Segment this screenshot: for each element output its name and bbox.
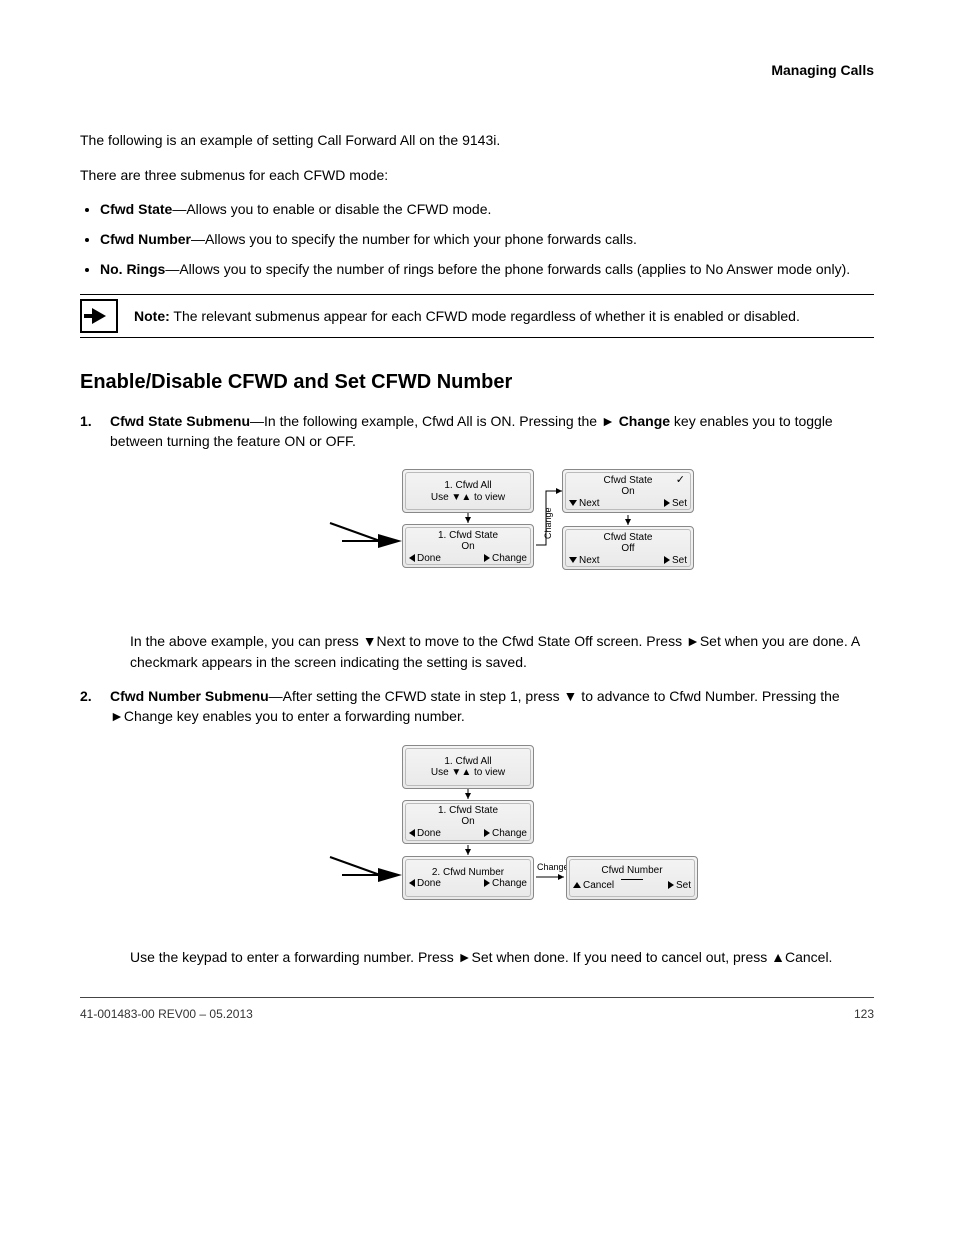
- page-header-right: Managing Calls: [80, 60, 874, 80]
- lcd-line: Off: [621, 543, 634, 554]
- checkmark-icon: ✓: [676, 474, 685, 487]
- lcd-line: Use ▼▲ to view: [409, 767, 527, 779]
- note-label: Note:: [134, 308, 170, 324]
- note-text: The relevant submenus appear for each CF…: [173, 308, 799, 324]
- step-2: 2. Cfwd Number Submenu—After setting the…: [80, 686, 874, 727]
- list-item: Cfwd Number—Allows you to specify the nu…: [100, 229, 874, 249]
- desc: —Allows you to specify the number of rin…: [165, 261, 850, 277]
- diagram-cfwd-number: 1. Cfwd All Use ▼▲ to view 1. Cfwd State…: [80, 737, 874, 927]
- step-inline-key: ► Change: [601, 413, 670, 429]
- lcd-softkey-left: Next: [579, 498, 600, 509]
- note-block: Note: The relevant submenus appear for e…: [80, 294, 874, 338]
- lcd-line: Cfwd State: [604, 475, 653, 486]
- term: Cfwd State: [100, 201, 172, 217]
- lcd-softkey-right: Set: [672, 498, 687, 509]
- edge-label-change: Change: [542, 508, 555, 540]
- diagram-cfwd-state: 1. Cfwd All Use ▼▲ to view 1. Cfwd State…: [80, 461, 874, 601]
- note-arrow-icon: [80, 299, 118, 333]
- lcd-softkey-left: Next: [579, 555, 600, 566]
- step-body: —In the following example, Cfwd All is O…: [250, 413, 601, 429]
- step1-followup: In the above example, you can press ▼Nex…: [130, 631, 874, 672]
- lcd-softkey-left: Done: [417, 878, 441, 889]
- step-label: Cfwd Number Submenu: [110, 688, 269, 704]
- lcd-softkey-right: Change: [492, 828, 527, 839]
- intro-line-1: The following is an example of setting C…: [80, 130, 874, 150]
- desc: —Allows you to specify the number for wh…: [191, 231, 637, 247]
- lcd-box-state-off: Cfwd StateOff Next Set: [562, 526, 694, 570]
- lcd-line: Cfwd State: [604, 532, 653, 543]
- submenu-list: Cfwd State—Allows you to enable or disab…: [100, 199, 874, 280]
- pointer-arrow-icon: [378, 534, 402, 548]
- step2-followup: Use the keypad to enter a forwarding num…: [130, 947, 874, 967]
- lcd-box-cfwd-number: 2. Cfwd Number Done Change: [402, 856, 534, 900]
- lcd-line: 2. Cfwd Number: [409, 867, 527, 879]
- section-title: Enable/Disable CFWD and Set CFWD Number: [80, 368, 874, 397]
- lcd-softkey-right: Change: [492, 878, 527, 889]
- step-number: 1.: [80, 411, 100, 452]
- lcd-box-cfwd-all: 1. Cfwd All Use ▼▲ to view: [402, 469, 534, 513]
- list-item: No. Rings—Allows you to specify the numb…: [100, 259, 874, 279]
- step-number: 2.: [80, 686, 100, 727]
- lcd-line: 1. Cfwd All: [409, 480, 527, 492]
- lcd-box-cfwd-state: 1. Cfwd StateOn Done Change: [402, 524, 534, 568]
- footer-right: 123: [854, 1006, 874, 1023]
- lcd-line: 1. Cfwd All: [409, 756, 527, 768]
- lcd-box-state-on: Cfwd StateOn Next ✓ Set: [562, 469, 694, 513]
- lcd-line: On: [461, 541, 474, 552]
- lcd-softkey-left: Cancel: [583, 880, 614, 891]
- lcd-softkey-right: Set: [672, 555, 687, 566]
- term: No. Rings: [100, 261, 165, 277]
- page-footer: 41-001483-00 REV00 – 05.2013 123: [80, 997, 874, 1023]
- desc: —Allows you to enable or disable the CFW…: [172, 201, 491, 217]
- lcd-softkey-right: Change: [492, 553, 527, 564]
- edge-label-change: Change: [537, 861, 569, 874]
- lcd-line: On: [461, 816, 474, 827]
- lcd-box-cfwd-all: 1. Cfwd All Use ▼▲ to view: [402, 745, 534, 789]
- lcd-box-cfwd-state: 1. Cfwd StateOn Done Change: [402, 800, 534, 844]
- lcd-line: 1. Cfwd State: [438, 530, 498, 541]
- lcd-line: Cfwd Number: [601, 865, 662, 876]
- lcd-softkey-right: Set: [676, 880, 691, 891]
- lcd-line: 1. Cfwd State: [438, 805, 498, 816]
- lcd-box-cfwd-number-entry: Cfwd Number Cancel Set: [566, 856, 698, 900]
- footer-left: 41-001483-00 REV00 – 05.2013: [80, 1006, 253, 1023]
- step-label: Cfwd State Submenu: [110, 413, 250, 429]
- lcd-softkey-left: Done: [417, 553, 441, 564]
- term: Cfwd Number: [100, 231, 191, 247]
- pointer-arrow-icon: [378, 868, 402, 882]
- lcd-line: Use ▼▲ to view: [409, 492, 527, 504]
- lcd-line: On: [621, 486, 634, 497]
- intro-line-2: There are three submenus for each CFWD m…: [80, 165, 874, 185]
- lcd-softkey-left: Done: [417, 828, 441, 839]
- list-item: Cfwd State—Allows you to enable or disab…: [100, 199, 874, 219]
- step-1: 1. Cfwd State Submenu—In the following e…: [80, 411, 874, 452]
